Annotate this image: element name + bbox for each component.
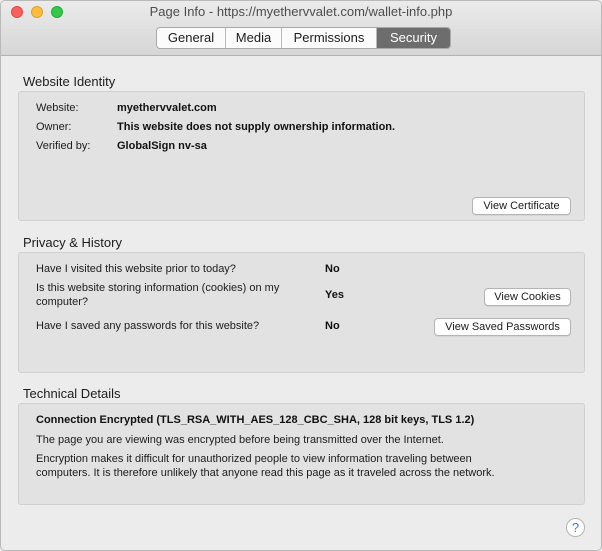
tab-general[interactable]: General: [157, 28, 226, 48]
privacy-history-panel: Have I visited this website prior to tod…: [18, 252, 585, 373]
website-identity-heading: Website Identity: [23, 74, 116, 89]
privacy-history-heading: Privacy & History: [23, 235, 122, 250]
website-label: Website:: [36, 102, 79, 114]
cookies-question-line2: computer?: [36, 296, 88, 308]
visited-before-answer: No: [325, 263, 340, 275]
tab-bar: General Media Permissions Security: [156, 27, 451, 49]
cookies-question-line1: Is this website storing information (coo…: [36, 282, 280, 294]
owner-value: This website does not supply ownership i…: [117, 121, 396, 133]
website-identity-panel: Website: myethervvalet.com Owner: This w…: [18, 91, 585, 221]
visited-before-question: Have I visited this website prior to tod…: [36, 263, 236, 275]
connection-encrypted-summary: Connection Encrypted (TLS_RSA_WITH_AES_1…: [36, 414, 475, 426]
verified-by-label: Verified by:: [36, 140, 91, 152]
help-button[interactable]: ?: [566, 518, 585, 537]
tab-permissions[interactable]: Permissions: [282, 28, 377, 48]
view-saved-passwords-button[interactable]: View Saved Passwords: [434, 318, 571, 336]
website-value: myethervvalet.com: [117, 102, 217, 114]
technical-details-panel: Connection Encrypted (TLS_RSA_WITH_AES_1…: [18, 403, 585, 505]
tab-security[interactable]: Security: [377, 28, 450, 48]
question-mark-icon: ?: [571, 520, 580, 535]
title-bar: Page Info - https://myethervvalet.com/wa…: [1, 1, 601, 56]
owner-label: Owner:: [36, 121, 72, 133]
saved-passwords-answer: No: [325, 320, 340, 332]
encryption-explanation-line2: computers. It is therefore unlikely that…: [36, 467, 495, 479]
saved-passwords-question: Have I saved any passwords for this webs…: [36, 320, 260, 332]
view-certificate-button[interactable]: View Certificate: [472, 197, 571, 215]
encryption-explanation-line1: Encryption makes it difficult for unauth…: [36, 453, 472, 465]
tab-media[interactable]: Media: [226, 28, 282, 48]
encryption-description: The page you are viewing was encrypted b…: [36, 434, 444, 446]
cookies-answer: Yes: [325, 289, 344, 301]
verified-by-value: GlobalSign nv-sa: [117, 140, 207, 152]
page-info-window: Page Info - https://myethervvalet.com/wa…: [0, 0, 602, 551]
view-cookies-button[interactable]: View Cookies: [484, 288, 571, 306]
window-title: Page Info - https://myethervvalet.com/wa…: [149, 4, 453, 19]
technical-details-heading: Technical Details: [23, 386, 121, 401]
